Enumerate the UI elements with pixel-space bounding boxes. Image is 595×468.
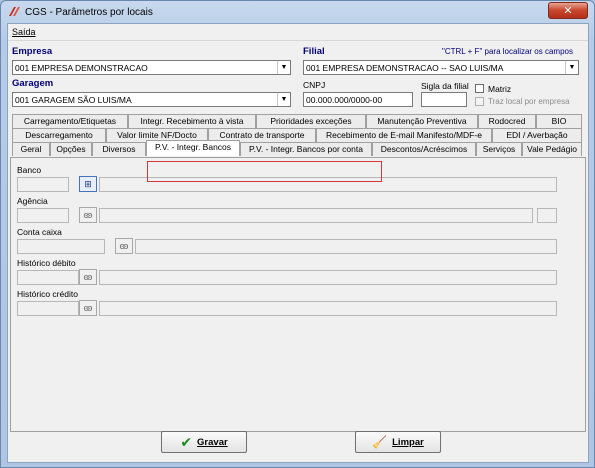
tab-vale-pedagio[interactable]: Vale Pedágio	[522, 142, 582, 156]
gravar-label: Gravar	[197, 436, 228, 448]
filial-value: 001 EMPRESA DEMONSTRACAO -- SAO LUIS/MA	[306, 63, 504, 73]
ctrl-f-hint: "CTRL + F" para localizar os campos	[442, 47, 573, 56]
tab-panel-pv-integr-bancos: Banco ⊞ Agência ꙭ Conta caixa ꙭ Históric…	[10, 157, 586, 432]
client-area: Saída Empresa 001 EMPRESA DEMONSTRACAO ▼…	[7, 23, 589, 463]
tab-opcoes[interactable]: Opções	[50, 142, 92, 156]
tab-pv-integr-bancos[interactable]: P.V. - Integr. Bancos	[146, 140, 240, 156]
tab-recebimento-email[interactable]: Recebimento de E-mail Manifesto/MDF-e	[316, 128, 492, 142]
sigla-field[interactable]	[421, 92, 467, 107]
banco-label: Banco	[17, 165, 42, 175]
tab-rodocred[interactable]: Rodocred	[478, 114, 536, 128]
filial-select[interactable]: 001 EMPRESA DEMONSTRACAO -- SAO LUIS/MA …	[303, 60, 579, 75]
tab-edi-averbacao[interactable]: EDI / Averbação	[492, 128, 582, 142]
historico-credito-label: Histórico crédito	[17, 289, 78, 299]
historico-credito-search-button[interactable]: ꙭ	[79, 300, 97, 316]
banco-code-field[interactable]	[17, 177, 69, 192]
banco-search-button[interactable]: ⊞	[79, 176, 97, 192]
traz-local-label: Traz local por empresa	[488, 97, 570, 106]
conta-caixa-desc-field[interactable]	[135, 239, 557, 254]
gravar-button[interactable]: ✔ Gravar	[161, 431, 247, 453]
sigla-label: Sigla da filial	[421, 81, 469, 91]
tab-diversos[interactable]: Diversos	[92, 142, 146, 156]
binoculars-icon: ꙭ	[119, 240, 129, 251]
binoculars-icon: ꙭ	[83, 271, 93, 282]
banco-desc-field[interactable]	[99, 177, 557, 192]
tab-pv-integr-bancos-conta[interactable]: P.V. - Integr. Bancos por conta	[240, 142, 372, 156]
tab-manutencao-preventiva[interactable]: Manutenção Preventiva	[366, 114, 478, 128]
chevron-down-icon[interactable]: ▼	[565, 61, 578, 74]
agencia-label: Agência	[17, 196, 48, 206]
garagem-select[interactable]: 001 GARAGEM SÃO LUIS/MA ▼	[12, 92, 291, 107]
cnpj-label: CNPJ	[303, 80, 326, 90]
matriz-checkbox[interactable]	[475, 84, 484, 93]
tab-row-1: Carregamento/Etiquetas Integr. Recebimen…	[8, 114, 586, 128]
window-title: CGS - Parâmetros por locais	[25, 6, 153, 18]
historico-credito-code-field[interactable]	[17, 301, 79, 316]
binoculars-icon: ⊞	[84, 178, 92, 189]
tab-geral[interactable]: Geral	[12, 142, 50, 156]
app-window: CGS - Parâmetros por locais ✕ Saída Empr…	[0, 0, 595, 468]
conta-caixa-label: Conta caixa	[17, 227, 62, 237]
historico-debito-code-field[interactable]	[17, 270, 79, 285]
tab-prioridades-excecoes[interactable]: Prioridades exceções	[256, 114, 366, 128]
garagem-value: 001 GARAGEM SÃO LUIS/MA	[15, 95, 132, 105]
tab-descontos-acrescimos[interactable]: Descontos/Acréscimos	[372, 142, 476, 156]
binoculars-icon: ꙭ	[83, 302, 93, 313]
tab-servicos[interactable]: Serviços	[476, 142, 522, 156]
chevron-down-icon[interactable]: ▼	[277, 93, 290, 106]
tab-carregamento-etiquetas[interactable]: Carregamento/Etiquetas	[12, 114, 128, 128]
historico-debito-desc-field[interactable]	[99, 270, 557, 285]
tab-row-2: Descarregamento Valor limite NF/Docto Co…	[8, 128, 586, 142]
close-icon: ✕	[563, 5, 573, 17]
title-bar: CGS - Parâmetros por locais ✕	[1, 1, 594, 23]
traz-local-checkbox[interactable]	[475, 97, 484, 106]
agencia-extra-field[interactable]	[537, 208, 557, 223]
limpar-label: Limpar	[392, 436, 424, 448]
broom-icon: 🧹	[372, 435, 388, 449]
close-button[interactable]: ✕	[548, 2, 588, 19]
empresa-select[interactable]: 001 EMPRESA DEMONSTRACAO ▼	[12, 60, 291, 75]
cnpj-field[interactable]: 00.000.000/0000-00	[303, 92, 413, 107]
checkmark-icon: ✔	[180, 434, 193, 450]
garagem-label: Garagem	[12, 78, 54, 89]
tab-integr-recebimento-vista[interactable]: Integr. Recebimento à vista	[128, 114, 256, 128]
app-logo-icon	[9, 7, 20, 16]
agencia-desc-field[interactable]	[99, 208, 533, 223]
conta-caixa-search-button[interactable]: ꙭ	[115, 238, 133, 254]
tab-row-3: Geral Opções Diversos P.V. - Integr. Ban…	[8, 140, 586, 156]
menu-item-saida[interactable]: Saída	[12, 27, 36, 37]
historico-debito-label: Histórico débito	[17, 258, 76, 268]
empresa-label: Empresa	[12, 46, 53, 57]
binoculars-icon: ꙭ	[83, 209, 93, 220]
filial-label: Filial	[303, 46, 325, 57]
tab-bio[interactable]: BIO	[536, 114, 582, 128]
menu-bar: Saída	[8, 24, 588, 41]
conta-caixa-code-field[interactable]	[17, 239, 105, 254]
matriz-label: Matriz	[488, 84, 512, 94]
tab-descarregamento[interactable]: Descarregamento	[12, 128, 106, 142]
agencia-search-button[interactable]: ꙭ	[79, 207, 97, 223]
limpar-button[interactable]: 🧹 Limpar	[355, 431, 441, 453]
agencia-code-field[interactable]	[17, 208, 69, 223]
historico-debito-search-button[interactable]: ꙭ	[79, 269, 97, 285]
empresa-value: 001 EMPRESA DEMONSTRACAO	[15, 63, 148, 73]
chevron-down-icon[interactable]: ▼	[277, 61, 290, 74]
cnpj-value: 00.000.000/0000-00	[306, 95, 383, 105]
historico-credito-desc-field[interactable]	[99, 301, 557, 316]
